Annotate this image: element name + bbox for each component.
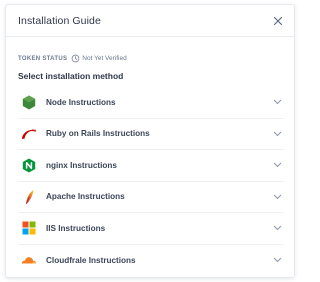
item-label: Cloudfrale Instructions bbox=[46, 255, 136, 265]
list-item-apache[interactable]: Apache Instructions bbox=[18, 182, 284, 213]
dialog-title: Installation Guide bbox=[18, 14, 101, 27]
item-label: Ruby on Rails Instructions bbox=[46, 129, 150, 139]
item-label: nginx Instructions bbox=[46, 160, 117, 170]
list-item-cloudflare[interactable]: Cloudfrale Instructions bbox=[18, 245, 284, 277]
list-item-nginx[interactable]: nginx Instructions bbox=[18, 150, 284, 182]
token-status-text: Not Yet Verified bbox=[82, 55, 127, 62]
windows-icon bbox=[21, 220, 37, 236]
item-label: Node Instructions bbox=[46, 97, 116, 107]
token-status: Not Yet Verified bbox=[71, 54, 127, 63]
list-item-rails[interactable]: Ruby on Rails Instructions bbox=[18, 119, 284, 150]
token-status-row: TOKEN STATUS Not Yet Verified bbox=[6, 37, 294, 65]
list-item-iis[interactable]: IIS Instructions bbox=[18, 213, 284, 245]
chevron-down-icon[interactable] bbox=[272, 192, 282, 202]
installation-guide-dialog: Installation Guide TOKEN STATUS Not Yet … bbox=[5, 4, 295, 278]
clock-icon bbox=[71, 54, 80, 63]
chevron-down-icon[interactable] bbox=[272, 97, 282, 107]
item-label: Apache Instructions bbox=[46, 192, 125, 202]
close-button[interactable] bbox=[270, 13, 286, 29]
list-item-node[interactable]: Node Instructions bbox=[18, 87, 284, 119]
nginx-icon bbox=[21, 157, 37, 173]
rails-icon bbox=[21, 126, 37, 142]
token-status-label: TOKEN STATUS bbox=[18, 55, 68, 62]
chevron-down-icon[interactable] bbox=[272, 160, 282, 170]
chevron-down-icon[interactable] bbox=[272, 223, 282, 233]
dialog-header: Installation Guide bbox=[6, 5, 294, 37]
cloudflare-icon bbox=[21, 252, 37, 268]
item-label: IIS Instructions bbox=[46, 223, 106, 233]
chevron-down-icon[interactable] bbox=[272, 255, 282, 265]
installation-method-list: Node Instructions Ruby on Rails Instruct… bbox=[6, 87, 294, 276]
close-icon bbox=[273, 16, 283, 25]
nodejs-icon bbox=[21, 94, 37, 110]
chevron-down-icon[interactable] bbox=[272, 129, 282, 139]
section-title: Select installation method bbox=[18, 71, 124, 81]
apache-feather-icon bbox=[21, 189, 37, 205]
